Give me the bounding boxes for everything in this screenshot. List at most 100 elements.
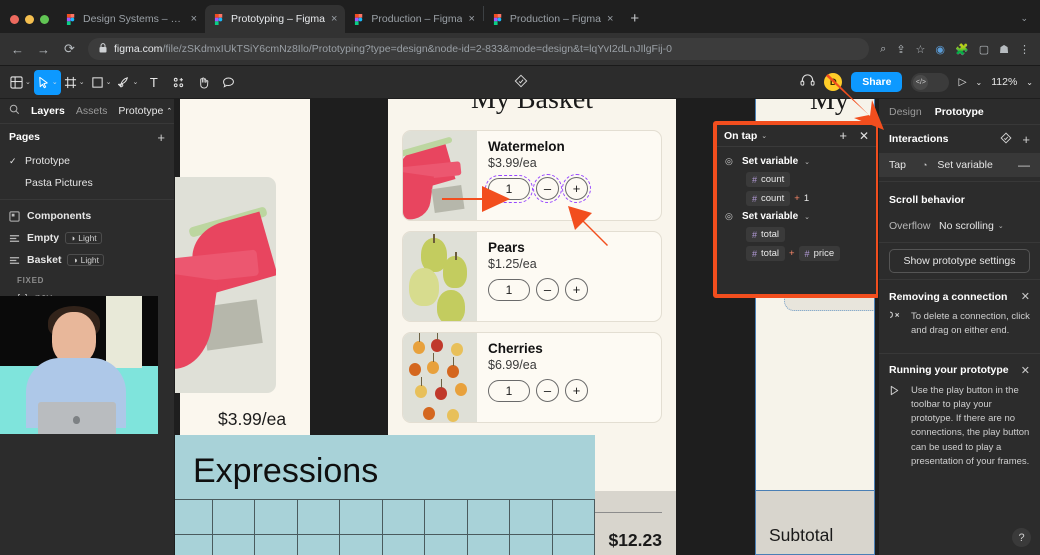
webcam-video-overlay[interactable] (0, 296, 158, 434)
canvas-frame-expressions[interactable]: Expressions (175, 435, 595, 555)
quantity-stepper[interactable]: 1 – + (488, 379, 661, 402)
main-menu-button[interactable]: ⌄ (7, 70, 34, 95)
interaction-row-tap[interactable]: Tap ◔ Set variable — (879, 153, 1040, 177)
product-card-watermelon[interactable]: Watermelon $3.99/ea 1 – + (402, 130, 662, 221)
reload-icon[interactable]: ⟳ (62, 41, 77, 57)
tab-close-icon[interactable]: × (191, 14, 197, 25)
zoom-level-label[interactable]: 112% (991, 76, 1017, 88)
interaction-details-popup[interactable]: On tap ⌄ + ✕ ◎ Set variable ⌄ # count # … (713, 121, 880, 298)
tab-design[interactable]: Design (889, 106, 922, 118)
browser-tab-1[interactable]: Prototyping – Figma × (205, 5, 345, 33)
properties-panel[interactable]: Design Prototype Interactions + Tap ◔ Se… (878, 99, 1040, 555)
address-bar[interactable]: figma.com/file/zSKdmxIUkTSiY6cmNz8Ilo/Pr… (88, 38, 869, 60)
bookmark-star-icon[interactable]: ☆ (916, 43, 926, 56)
increment-button[interactable]: + (565, 379, 588, 402)
tab-close-icon[interactable]: × (607, 14, 613, 25)
extensions-puzzle-icon[interactable]: 🧩 (955, 43, 969, 56)
variable-chip-total-target[interactable]: # total (746, 227, 785, 242)
chevron-down-icon[interactable]: ⌄ (761, 132, 767, 140)
minimize-window-button[interactable] (25, 15, 34, 24)
close-icon[interactable]: ✕ (1021, 290, 1030, 303)
theme-badge[interactable]: ◑ Light (65, 232, 102, 244)
zoom-chevron-down-icon[interactable]: ⌄ (1026, 78, 1033, 87)
product-card-pears[interactable]: Pears $1.25/ea 1 – + (402, 231, 662, 322)
share-button[interactable]: Share (851, 72, 902, 92)
variable-chip-price[interactable]: # price (799, 246, 841, 261)
chevron-down-icon[interactable]: ⌄ (804, 213, 810, 221)
action-row-set-variable-2[interactable]: ◎ Set variable ⌄ (717, 208, 876, 225)
decrement-button[interactable]: – (536, 278, 559, 301)
show-prototype-settings-button[interactable]: Show prototype settings (889, 249, 1030, 273)
theme-badge[interactable]: ◑ Light (67, 254, 104, 266)
hand-tool-button[interactable] (191, 70, 216, 95)
share-icon[interactable]: ⇪ (896, 43, 905, 56)
prototype-page-dropdown[interactable]: Prototype ⌃ (118, 105, 172, 117)
quantity-value[interactable]: 1 (488, 178, 530, 200)
dev-mode-toggle[interactable]: </> (911, 73, 949, 92)
tab-prototype[interactable]: Prototype (935, 106, 984, 118)
decrement-button[interactable]: – (536, 379, 559, 402)
layer-item-components[interactable]: Components (0, 205, 174, 227)
forward-icon[interactable]: → (36, 42, 51, 57)
quantity-stepper[interactable]: 1 – + (488, 177, 661, 200)
increment-button[interactable]: + (565, 278, 588, 301)
back-icon[interactable]: ← (10, 42, 25, 57)
overflow-setting-row[interactable]: Overflow No scrolling ⌄ (879, 214, 1040, 238)
close-popup-button[interactable]: ✕ (859, 129, 869, 143)
variable-target-row-1[interactable]: # count (717, 170, 876, 189)
text-tool-button[interactable]: T (141, 70, 166, 95)
extension-blue-icon[interactable]: ◉ (935, 43, 945, 56)
window-traffic-lights[interactable] (0, 15, 57, 33)
variable-chip-count-expr[interactable]: # count (746, 191, 790, 206)
variable-expression-row-2[interactable]: # total + # price (717, 244, 876, 263)
quantity-value[interactable]: 1 (488, 279, 530, 301)
add-action-button[interactable]: + (839, 128, 847, 143)
tab-close-icon[interactable]: × (468, 14, 474, 25)
maximize-window-button[interactable] (40, 15, 49, 24)
quantity-value[interactable]: 1 (488, 380, 530, 402)
headphones-icon[interactable] (800, 73, 815, 92)
variable-expression-row-1[interactable]: # count + 1 (717, 189, 876, 208)
page-item-prototype[interactable]: ✓ Prototype (0, 150, 174, 172)
overflow-dropdown[interactable]: No scrolling ⌄ (939, 220, 1004, 232)
help-button[interactable]: ? (1012, 528, 1031, 547)
browser-tab-0[interactable]: Design Systems – Figma × (57, 5, 205, 33)
quantity-stepper[interactable]: 1 – + (488, 278, 661, 301)
actions-diamond-icon[interactable] (1000, 132, 1012, 147)
tab-assets[interactable]: Assets (76, 105, 108, 117)
move-tool-button[interactable]: ⌄ (34, 70, 61, 95)
increment-button[interactable]: + (565, 177, 588, 200)
product-card-cherries[interactable]: Cherries $6.99/ea 1 – + (402, 332, 662, 423)
pen-tool-button[interactable]: ⌄ (115, 70, 142, 95)
tab-layers[interactable]: Layers (31, 105, 65, 117)
shape-tool-button[interactable]: ⌄ (88, 70, 115, 95)
add-page-button[interactable]: + (157, 130, 165, 145)
chevron-down-icon[interactable]: ⌄ (1020, 13, 1040, 33)
search-icon[interactable] (9, 104, 20, 118)
variable-chip-count-target[interactable]: # count (746, 172, 790, 187)
menu-dots-icon[interactable]: ⋮ (1019, 43, 1030, 56)
layer-item-basket[interactable]: Basket ◑ Light (0, 249, 174, 271)
present-chevron-down-icon[interactable]: ⌄ (976, 78, 983, 87)
page-item-pasta-pictures[interactable]: Pasta Pictures (0, 172, 174, 194)
frame-tool-button[interactable]: ⌄ (61, 70, 88, 95)
remove-interaction-button[interactable]: — (1018, 158, 1030, 172)
browser-tab-2[interactable]: Production – Figma × (345, 5, 482, 33)
close-window-button[interactable] (10, 15, 19, 24)
profile-icon[interactable]: ☗ (999, 43, 1009, 56)
components-tool-button[interactable] (166, 70, 191, 95)
chevron-down-icon[interactable]: ⌄ (804, 158, 810, 166)
avatar[interactable]: D (824, 73, 842, 91)
layer-item-empty[interactable]: Empty ◑ Light (0, 227, 174, 249)
trigger-label[interactable]: On tap (724, 130, 757, 142)
zoom-icon[interactable]: ⌕ (880, 43, 886, 56)
variable-target-row-2[interactable]: # total (717, 225, 876, 244)
tab-close-icon[interactable]: × (331, 14, 337, 25)
comment-tool-button[interactable] (216, 70, 241, 95)
new-tab-button[interactable]: + (621, 11, 648, 33)
decrement-button[interactable]: – (536, 177, 559, 200)
add-interaction-button[interactable]: + (1022, 132, 1030, 147)
sidepanel-icon[interactable]: ▢ (979, 43, 989, 56)
present-button[interactable]: ▷ (958, 76, 966, 88)
close-icon[interactable]: ✕ (1021, 364, 1030, 377)
